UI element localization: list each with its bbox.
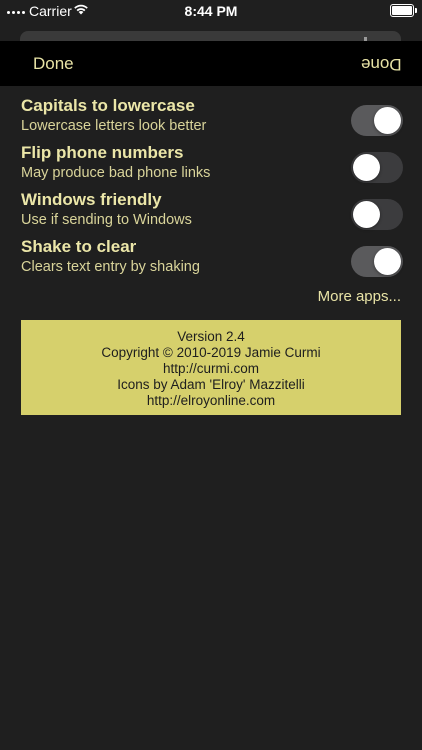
setting-subtitle: Use if sending to Windows <box>21 212 192 228</box>
author-url-link[interactable]: http://curmi.com <box>21 361 401 377</box>
status-bar: Carrier 8:44 PM <box>0 0 422 22</box>
done-button[interactable]: Done <box>33 54 74 74</box>
setting-capitals-to-lowercase: Capitals to lowercase Lowercase letters … <box>0 95 422 142</box>
about-panel: Version 2.4 Copyright © 2010-2019 Jamie … <box>21 320 401 415</box>
setting-subtitle: Lowercase letters look better <box>21 118 207 134</box>
toggle-knob <box>353 154 380 181</box>
capitals-toggle[interactable] <box>351 105 403 136</box>
setting-title: Shake to clear <box>21 237 137 256</box>
setting-subtitle: Clears text entry by shaking <box>21 259 200 275</box>
more-apps-link[interactable]: More apps... <box>318 288 401 305</box>
copyright-text: Copyright © 2010-2019 Jamie Curmi <box>101 345 321 360</box>
done-button-flipped[interactable]: Done <box>361 54 402 74</box>
shake-to-clear-toggle[interactable] <box>351 246 403 277</box>
clock: 8:44 PM <box>184 3 238 19</box>
setting-subtitle: May produce bad phone links <box>21 165 211 181</box>
settings-list: Capitals to lowercase Lowercase letters … <box>0 95 422 283</box>
navigation-bar: Done Done <box>0 41 422 86</box>
version-text: Version 2.4 <box>177 329 245 344</box>
windows-friendly-toggle[interactable] <box>351 199 403 230</box>
battery-icon <box>390 4 417 17</box>
setting-title: Capitals to lowercase <box>21 96 195 115</box>
toggle-knob <box>353 201 380 228</box>
setting-shake-to-clear: Shake to clear Clears text entry by shak… <box>0 236 422 283</box>
setting-windows-friendly: Windows friendly Use if sending to Windo… <box>0 189 422 236</box>
toggle-knob <box>374 248 401 275</box>
setting-title: Windows friendly <box>21 190 162 209</box>
toggle-knob <box>374 107 401 134</box>
setting-title: Flip phone numbers <box>21 143 184 162</box>
icons-credit-text: Icons by Adam 'Elroy' Mazzitelli <box>117 377 305 392</box>
icon-designer-url-link[interactable]: http://elroyonline.com <box>21 393 401 409</box>
setting-flip-phone-numbers: Flip phone numbers May produce bad phone… <box>0 142 422 189</box>
flip-phone-toggle[interactable] <box>351 152 403 183</box>
